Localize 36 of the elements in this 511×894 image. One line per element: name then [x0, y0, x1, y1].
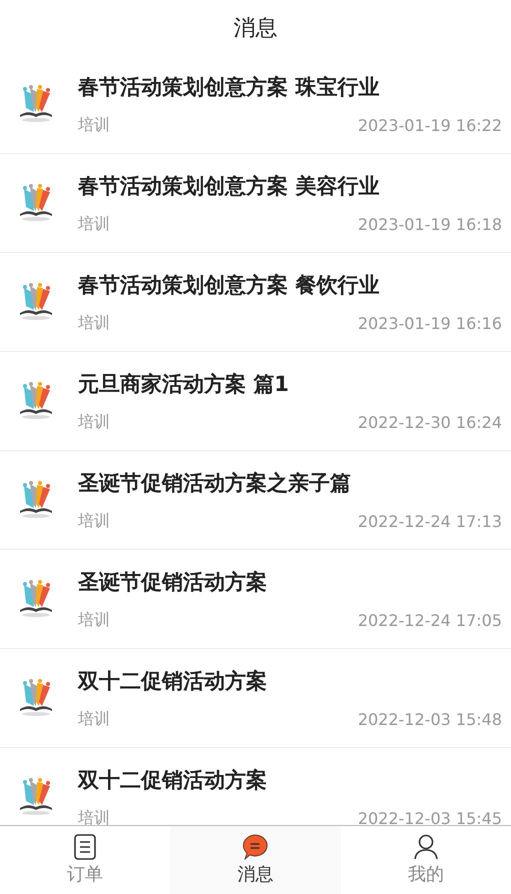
message-category: 培训 — [78, 808, 110, 825]
message-time: 2022-12-03 15:48 — [358, 710, 502, 728]
message-category: 培训 — [78, 510, 110, 532]
message-title: 双十二促销活动方案 — [78, 766, 268, 794]
message-time: 2023-01-19 16:16 — [358, 314, 502, 332]
message-title: 春节活动策划创意方案 珠宝行业 — [78, 74, 380, 100]
message-item[interactable]: 春节活动策划创意方案 美容行业 培训 2023-01-19 16:18 — [0, 154, 511, 253]
message-category: 培训 — [78, 412, 110, 432]
document-icon — [74, 834, 96, 860]
message-item[interactable]: 圣诞节促销活动方案之亲子篇 培训 2022-12-24 17:13 — [0, 451, 511, 550]
message-item[interactable]: 春节活动策划创意方案 餐饮行业 培训 2023-01-19 16:16 — [0, 253, 511, 352]
nav-tab[interactable]: 消息 — [170, 826, 341, 894]
message-category: 培训 — [78, 610, 110, 630]
message-item[interactable]: 圣诞节促销活动方案 培训 2022-12-24 17:05 — [0, 550, 511, 649]
message-category: 培训 — [78, 214, 110, 234]
message-item[interactable]: 元旦商家活动方案 篇1 培训 2022-12-30 16:24 — [0, 352, 511, 451]
message-category: 培训 — [78, 114, 110, 136]
chat-bubble-icon — [242, 834, 268, 860]
message-title: 圣诞节促销活动方案 — [78, 568, 268, 596]
message-title: 春节活动策划创意方案 美容行业 — [78, 172, 380, 200]
message-time: 2023-01-19 16:18 — [358, 214, 502, 234]
message-title: 圣诞节促销活动方案之亲子篇 — [78, 470, 352, 496]
message-time: 2022-12-30 16:24 — [358, 412, 502, 432]
message-title: 春节活动策划创意方案 餐饮行业 — [78, 272, 380, 298]
message-category: 培训 — [78, 312, 110, 334]
message-category: 培训 — [78, 708, 110, 730]
message-title: 双十二促销活动方案 — [78, 668, 268, 694]
message-time: 2022-12-24 17:13 — [358, 512, 502, 530]
person-icon — [414, 834, 438, 860]
message-title: 元旦商家活动方案 篇1 — [78, 370, 290, 398]
page-title: 消息 — [234, 14, 278, 42]
message-item[interactable]: 双十二促销活动方案 培训 2022-12-03 15:48 — [0, 649, 511, 748]
message-item[interactable]: 春节活动策划创意方案 珠宝行业 培训 2023-01-19 16:22 — [0, 55, 511, 154]
message-time: 2022-12-24 17:05 — [358, 610, 502, 630]
message-time: 2022-12-03 15:45 — [358, 808, 502, 825]
message-time: 2023-01-19 16:22 — [358, 116, 502, 134]
